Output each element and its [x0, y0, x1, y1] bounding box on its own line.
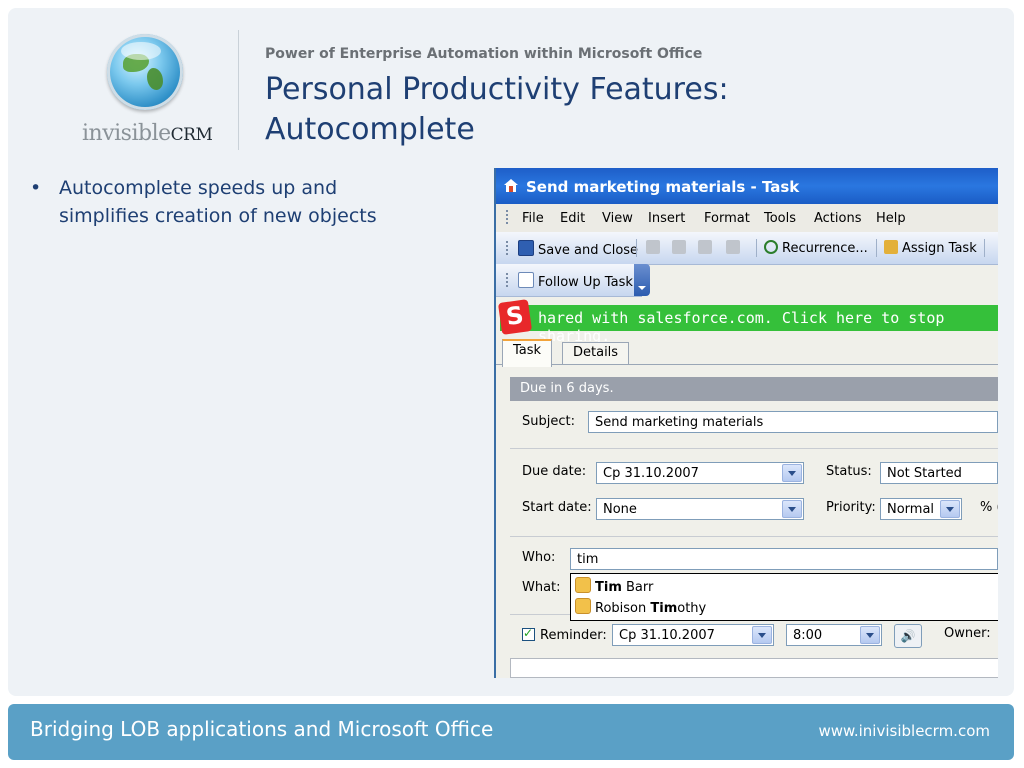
what-label: What: [522, 580, 561, 595]
assign-task-icon [884, 240, 898, 254]
tab-task[interactable]: Task [502, 339, 553, 367]
status-label: Status: [826, 464, 872, 479]
toolbar-options-icon[interactable] [634, 264, 650, 296]
menu-edit[interactable]: Edit [560, 211, 585, 226]
toolbar-grip[interactable] [506, 241, 510, 255]
autocomplete-option[interactable]: Robison Timothy [575, 598, 706, 616]
chevron-down-icon[interactable] [782, 500, 802, 518]
task-tabs: Task Details [496, 338, 998, 367]
task-window-icon [504, 179, 518, 192]
reminder-time-select[interactable]: 8:00 [786, 624, 882, 646]
standard-toolbar: Save and Close Recurrence... Assign Task [496, 232, 998, 265]
due-date-label: Due date: [522, 464, 587, 479]
menu-help[interactable]: Help [876, 211, 906, 226]
outlook-task-window: Send marketing materials - Task File Edi… [494, 168, 998, 678]
who-input[interactable]: tim [570, 548, 998, 570]
chevron-down-icon[interactable] [782, 464, 802, 482]
menu-tools[interactable]: Tools [764, 211, 796, 226]
salesforce-sharing-bar[interactable]: S hared with salesforce.com. Click here … [497, 299, 998, 345]
header-divider [238, 30, 239, 150]
menu-bar: File Edit View Insert Format Tools Actio… [496, 204, 998, 232]
save-icon [518, 240, 534, 256]
copy-button[interactable] [672, 240, 690, 256]
start-date-picker[interactable]: None [596, 498, 804, 520]
reminder-sound-icon[interactable]: 🔊 [894, 624, 922, 648]
assign-task-button[interactable]: Assign Task [884, 240, 977, 256]
recurrence-button[interactable]: Recurrence... [764, 240, 868, 256]
autocomplete-option[interactable]: Tim Barr [575, 577, 653, 595]
bullet-marker: • [30, 177, 42, 199]
start-date-label: Start date: [522, 500, 592, 515]
follow-up-icon [518, 272, 534, 288]
paste-icon [698, 240, 712, 254]
slide-supertitle: Power of Enterprise Automation within Mi… [265, 46, 703, 62]
footer-tagline: Bridging LOB applications and Microsoft … [30, 717, 494, 741]
lead-icon [575, 598, 591, 614]
menu-view[interactable]: View [602, 211, 633, 226]
status-select[interactable]: Not Started [880, 462, 998, 484]
chevron-down-icon[interactable] [940, 500, 960, 518]
follow-up-task-button[interactable]: Follow Up Task [518, 272, 633, 290]
window-titlebar[interactable]: Send marketing materials - Task [496, 168, 998, 204]
who-label: Who: [522, 550, 556, 565]
chevron-down-icon[interactable] [860, 626, 880, 644]
toolbar-grip[interactable] [506, 273, 510, 287]
paperclip-icon [726, 240, 740, 254]
bullet-text: Autocomplete speeds up and simplifies cr… [59, 177, 377, 227]
contact-icon [575, 577, 591, 593]
reminder-checkbox[interactable] [522, 626, 535, 641]
owner-label: Owner: [944, 626, 991, 641]
reminder-date-picker[interactable]: Cp 31.10.2007 [612, 624, 774, 646]
cut-button[interactable] [646, 240, 664, 256]
window-title: Send marketing materials - Task [526, 178, 800, 196]
tab-details[interactable]: Details [562, 342, 630, 365]
attach-button[interactable] [726, 240, 744, 256]
subject-field[interactable]: Send marketing materials [588, 411, 998, 433]
paste-button[interactable] [698, 240, 716, 256]
footer-url[interactable]: www.inivisiblecrm.com [818, 722, 990, 740]
save-and-close-button[interactable]: Save and Close [518, 240, 638, 258]
globe-icon [107, 34, 183, 110]
salesforce-logo-icon: S [497, 299, 533, 335]
recurrence-icon [764, 240, 778, 254]
notes-area[interactable] [510, 658, 998, 678]
menu-insert[interactable]: Insert [648, 211, 685, 226]
menu-file[interactable]: File [522, 211, 544, 226]
menu-format[interactable]: Format [704, 211, 750, 226]
slide-title: Personal Productivity Features: Autocomp… [265, 72, 729, 147]
reminder-label: Reminder: [540, 628, 607, 643]
autocomplete-dropdown: Tim Barr Robison Timothy [570, 573, 998, 621]
cut-icon [646, 240, 660, 254]
priority-select[interactable]: Normal [880, 498, 962, 520]
menu-grip[interactable] [506, 210, 510, 224]
due-date-picker[interactable]: Cp 31.10.2007 [596, 462, 804, 484]
subject-label: Subject: [522, 414, 575, 429]
due-banner: Due in 6 days. [510, 377, 998, 401]
logo-wordmark: invisibleCRM [82, 121, 213, 146]
slide-footer: Bridging LOB applications and Microsoft … [8, 704, 1014, 760]
percent-complete-label: % ( [980, 500, 998, 515]
chevron-down-icon[interactable] [752, 626, 772, 644]
copy-icon [672, 240, 686, 254]
follow-up-toolbar: Follow Up Task [496, 264, 642, 297]
menu-actions[interactable]: Actions [814, 211, 862, 226]
priority-label: Priority: [826, 500, 876, 515]
invisiblecrm-logo: invisibleCRM [60, 28, 230, 158]
